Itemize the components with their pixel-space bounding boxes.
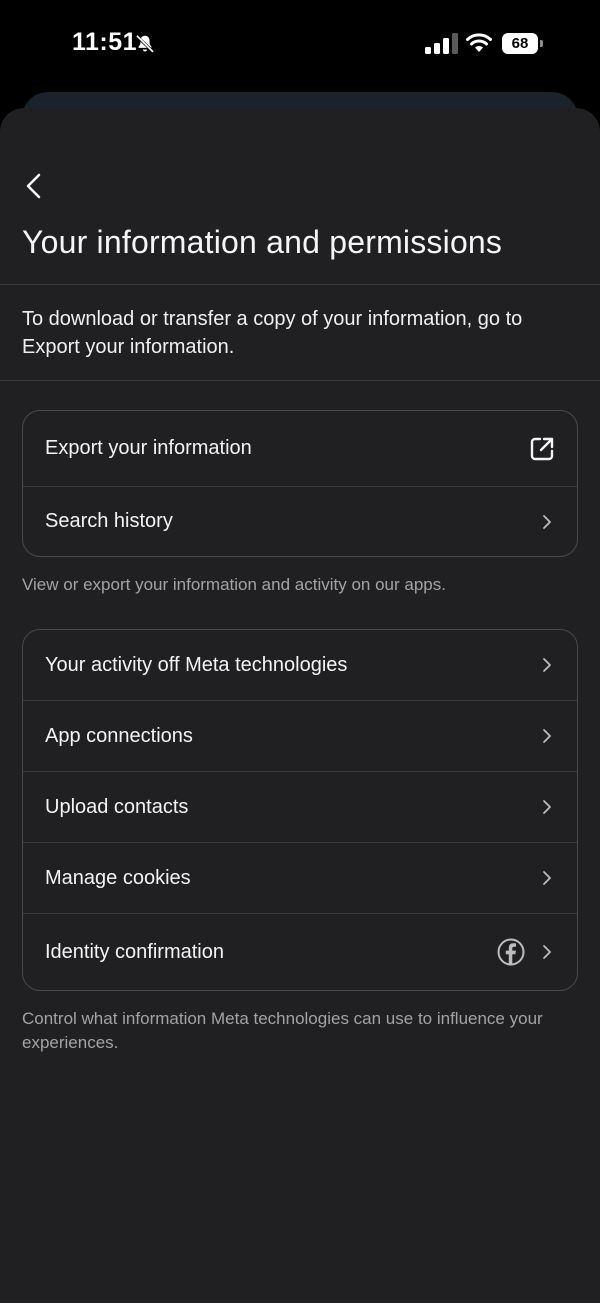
activity-off-meta-row[interactable]: Your activity off Meta technologies (23, 630, 577, 701)
row-label: Your activity off Meta technologies (45, 653, 348, 676)
battery-icon: 68 (502, 33, 544, 54)
status-time: 11:51 (72, 28, 138, 56)
chevron-left-icon (26, 173, 41, 199)
identity-confirmation-row[interactable]: Identity confirmation (23, 914, 577, 990)
row-label: Upload contacts (45, 795, 189, 818)
chevron-right-icon (543, 800, 551, 814)
export-information-row[interactable]: Export your information (23, 411, 577, 487)
intro-text: To download or transfer a copy of your i… (22, 308, 523, 358)
permissions-card: Your activity off Meta technologies App … (22, 629, 578, 991)
external-link-icon (530, 437, 554, 460)
chevron-right-icon (543, 514, 551, 529)
bell-slash-icon (135, 35, 155, 53)
row-label: Manage cookies (45, 866, 191, 889)
section-caption: View or export your information and acti… (22, 575, 446, 594)
divider (0, 380, 600, 381)
signal-icon (425, 33, 458, 54)
section-caption: Control what information Meta technologi… (22, 1009, 543, 1052)
row-label: Export your information (45, 437, 252, 459)
search-history-row[interactable]: Search history (23, 487, 577, 556)
status-bar: 11:51 68 (0, 0, 600, 90)
chevron-right-icon (543, 871, 551, 885)
manage-cookies-row[interactable]: Manage cookies (23, 843, 577, 914)
row-label: Identity confirmation (45, 940, 224, 963)
upload-contacts-row[interactable]: Upload contacts (23, 772, 577, 843)
battery-level: 68 (502, 33, 538, 54)
information-card: Export your information Search history (22, 410, 578, 557)
app-connections-row[interactable]: App connections (23, 701, 577, 772)
chevron-right-icon (543, 945, 551, 959)
row-label: App connections (45, 724, 193, 747)
chevron-right-icon (543, 729, 551, 743)
facebook-icon (497, 938, 525, 966)
settings-sheet: Your information and permissions To down… (0, 108, 600, 1303)
page-title: Your information and permissions (22, 224, 503, 260)
row-label: Search history (45, 510, 173, 532)
back-button[interactable] (18, 170, 50, 202)
chevron-right-icon (543, 658, 551, 672)
divider (0, 284, 600, 285)
wifi-icon (466, 33, 492, 52)
